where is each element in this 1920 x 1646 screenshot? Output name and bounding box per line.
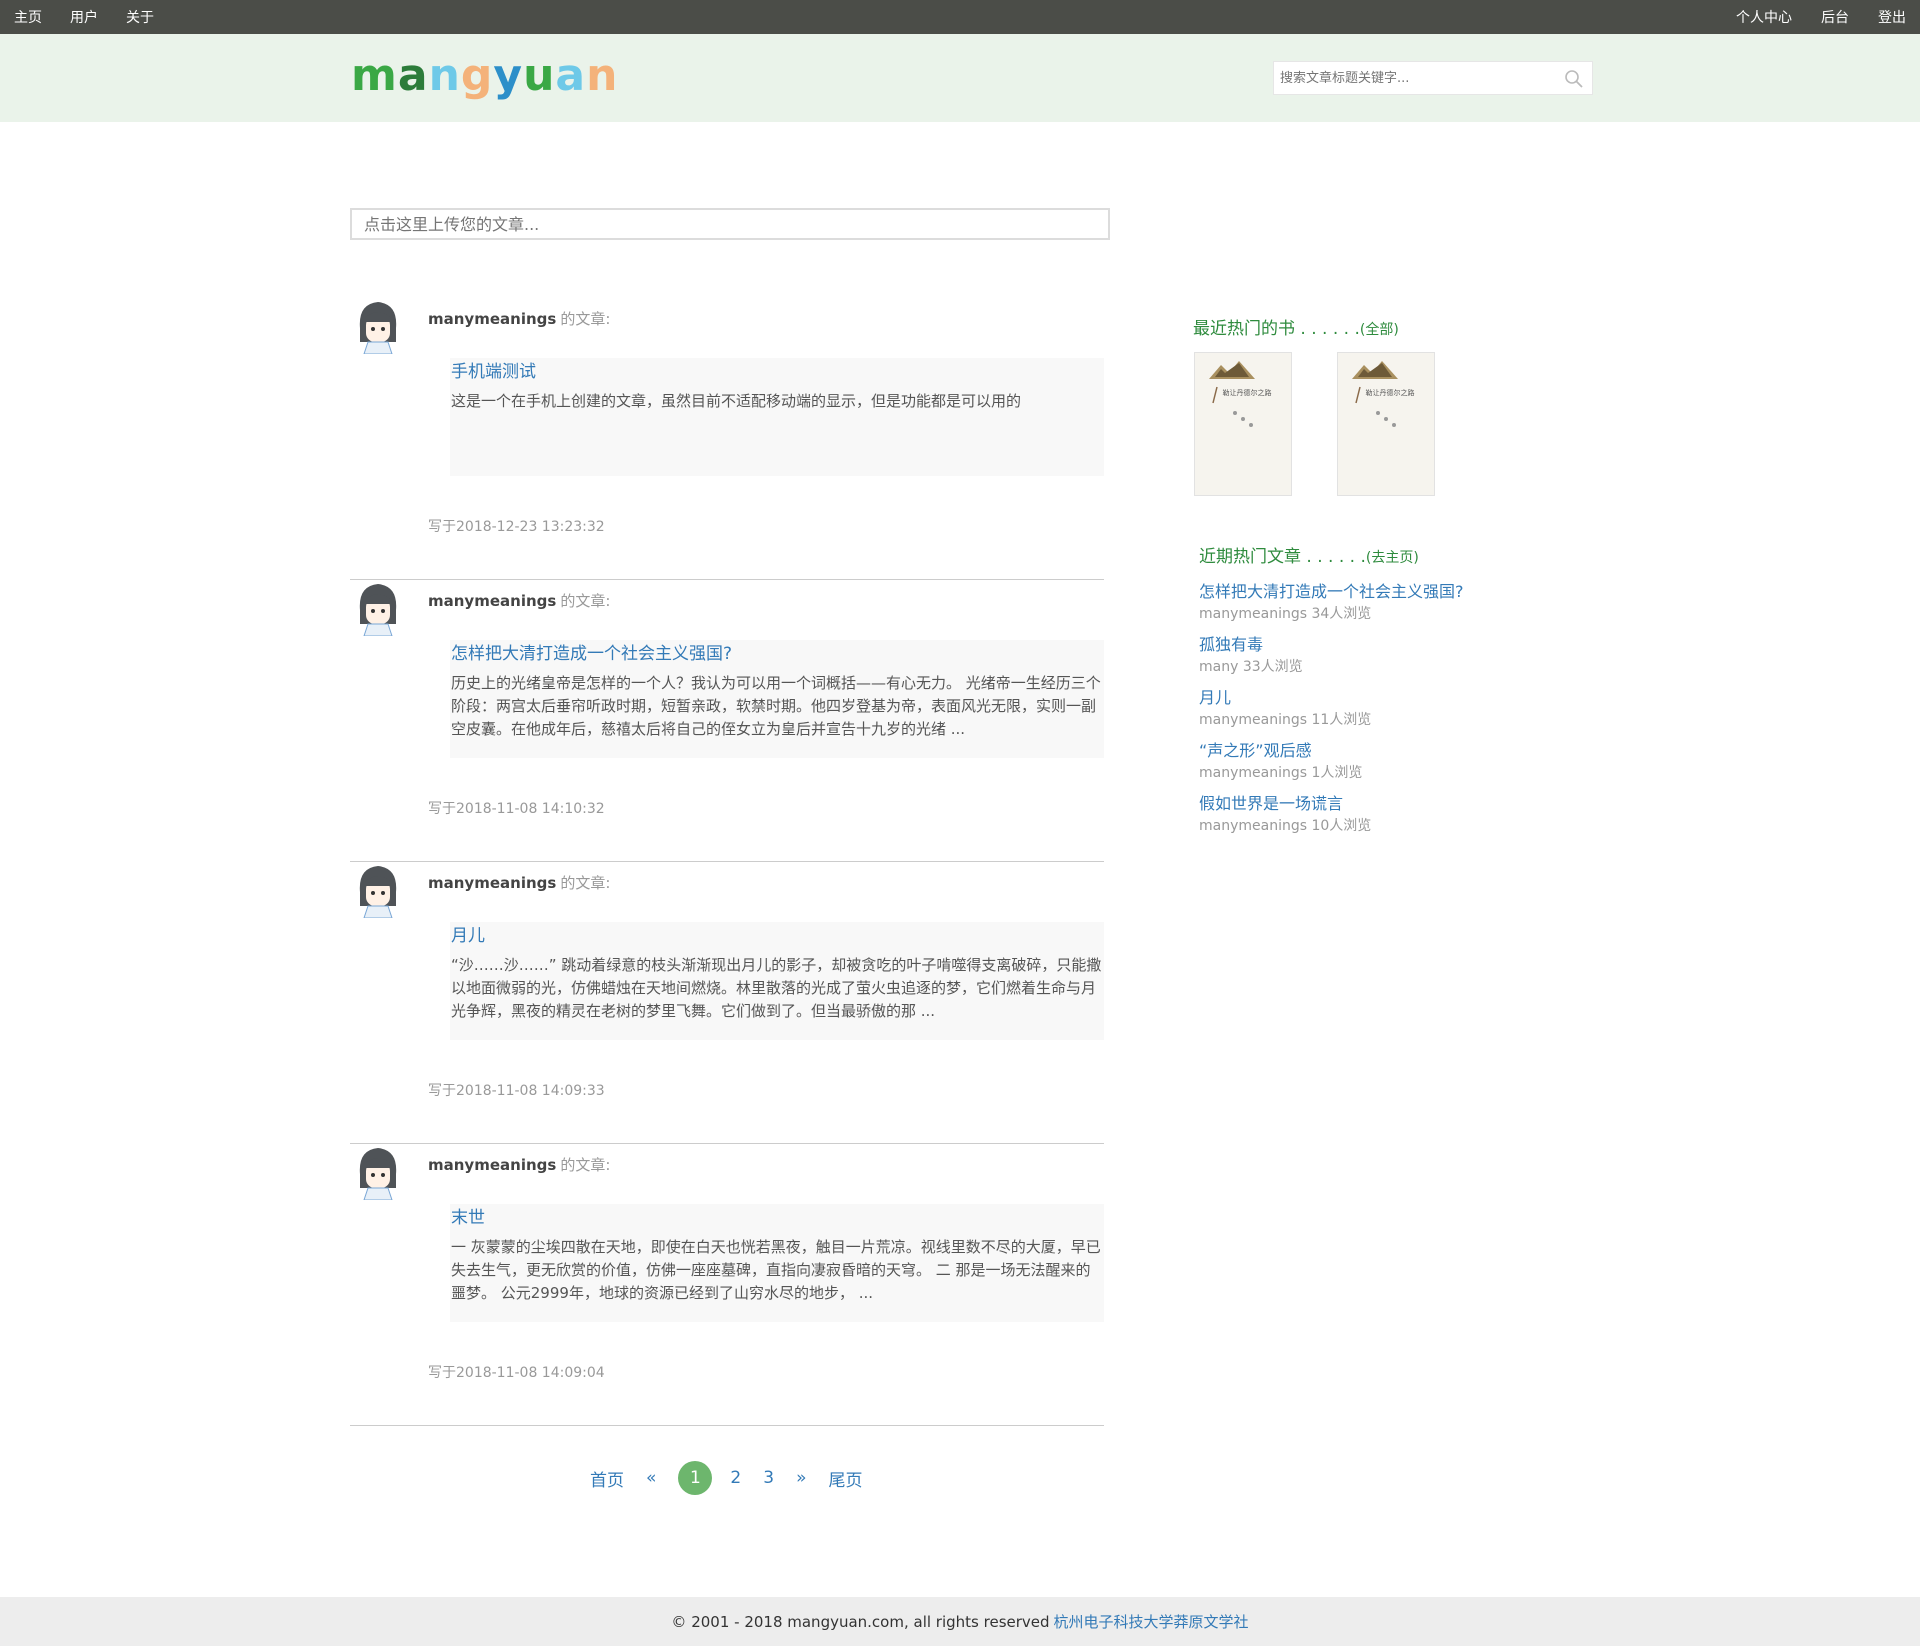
hot-books-heading: 最近热门的书 . . . . . .(全部) bbox=[1193, 314, 1399, 339]
post-title[interactable]: 怎样把大清打造成一个社会主义强国? bbox=[451, 642, 1103, 666]
post-excerpt: 历史上的光绪皇帝是怎样的一个人？我认为可以用一个词概括——有心无力。 光绪帝一生… bbox=[451, 674, 1101, 738]
hot-article-meta: many 33人浏览 bbox=[1199, 659, 1303, 675]
footer-org-link[interactable]: 杭州电子科技大学莽原文学社 bbox=[1054, 1611, 1249, 1632]
pager-last[interactable]: 尾页 bbox=[828, 1466, 862, 1491]
pager-next[interactable]: » bbox=[796, 1468, 806, 1488]
logo-letter: m bbox=[351, 50, 398, 101]
hot-article-item: 假如世界是一场谎言 manymeanings 10人浏览 bbox=[1199, 792, 1519, 845]
post-excerpt: “沙……沙……” 跳动着绿意的枝头渐渐现出月儿的影子，却被贪吃的叶子啃噬得支离破… bbox=[451, 956, 1102, 1020]
footer-copyright: © 2001 - 2018 mangyuan.com, all rights r… bbox=[671, 1612, 1050, 1631]
nav-admin-link[interactable]: 后台 bbox=[1821, 7, 1849, 27]
upload-article-input[interactable] bbox=[352, 210, 1108, 238]
post-date: 写于2018-11-08 14:10:32 bbox=[428, 801, 605, 817]
post-card: 手机端测试 这是一个在手机上创建的文章，虽然目前不适配移动端的显示，但是功能都是… bbox=[450, 358, 1104, 476]
hot-article-meta: manymeanings 34人浏览 bbox=[1199, 606, 1372, 622]
post-author[interactable]: manymeanings bbox=[428, 874, 556, 892]
avatar[interactable] bbox=[356, 1144, 400, 1201]
nav-about-link[interactable]: 关于 bbox=[126, 7, 154, 27]
book-cover-title: 勒让丹德尔之路 bbox=[1223, 388, 1272, 397]
site-header: mangyuan bbox=[0, 34, 1920, 122]
post-item: manymeanings 的文章: 末世 一 灰蒙蒙的尘埃四散在天地，即使在白天也… bbox=[350, 1144, 1104, 1426]
book-cover[interactable]: 勒让丹德尔之路 bbox=[1337, 352, 1435, 496]
nav-home-link[interactable]: 主页 bbox=[14, 7, 42, 27]
post-card: 怎样把大清打造成一个社会主义强国? 历史上的光绪皇帝是怎样的一个人？我认为可以用… bbox=[450, 640, 1104, 758]
hot-article-item: 怎样把大清打造成一个社会主义强国? manymeanings 34人浏览 bbox=[1199, 580, 1519, 633]
hot-books-title: 最近热门的书 . . . . . . bbox=[1193, 319, 1360, 339]
pager-page[interactable]: 3 bbox=[763, 1468, 774, 1488]
logo-letter: a bbox=[397, 50, 429, 101]
logo-letter: n bbox=[428, 50, 461, 101]
search-box bbox=[1273, 61, 1593, 95]
post-author[interactable]: manymeanings bbox=[428, 310, 556, 328]
site-footer: © 2001 - 2018 mangyuan.com, all rights r… bbox=[0, 1597, 1920, 1646]
avatar[interactable] bbox=[356, 298, 400, 355]
post-date: 写于2018-12-23 13:23:32 bbox=[428, 519, 605, 535]
post-author-line: manymeanings 的文章: bbox=[428, 590, 610, 611]
logo-letter: y bbox=[493, 50, 524, 101]
avatar[interactable] bbox=[356, 580, 400, 637]
hot-articles-list: 怎样把大清打造成一个社会主义强国? manymeanings 34人浏览 孤独有… bbox=[1199, 580, 1519, 845]
hot-article-meta: manymeanings 1人浏览 bbox=[1199, 765, 1363, 781]
hot-article-title[interactable]: 怎样把大清打造成一个社会主义强国? bbox=[1199, 580, 1519, 604]
post-item: manymeanings 的文章: 怎样把大清打造成一个社会主义强国? 历史上的光… bbox=[350, 580, 1104, 862]
hot-article-item: 孤独有毒 many 33人浏览 bbox=[1199, 633, 1519, 686]
top-nav-right: 个人中心 后台 登出 bbox=[1707, 0, 1906, 34]
nav-users-link[interactable]: 用户 bbox=[70, 7, 98, 27]
top-nav-left: 主页 用户 关于 bbox=[14, 0, 182, 34]
post-author-line: manymeanings 的文章: bbox=[428, 308, 610, 329]
post-author-suffix: 的文章: bbox=[560, 874, 611, 892]
post-title[interactable]: 末世 bbox=[451, 1206, 1103, 1230]
search-icon[interactable] bbox=[1564, 69, 1584, 89]
pager-prev[interactable]: « bbox=[646, 1468, 656, 1488]
hot-article-title[interactable]: “声之形”观后感 bbox=[1199, 739, 1519, 763]
post-author-suffix: 的文章: bbox=[560, 310, 611, 328]
logo-letter: g bbox=[460, 50, 494, 101]
post-date: 写于2018-11-08 14:09:33 bbox=[428, 1083, 605, 1099]
post-author-suffix: 的文章: bbox=[560, 592, 611, 610]
logo-letter: u bbox=[523, 50, 556, 101]
post-excerpt: 这是一个在手机上创建的文章，虽然目前不适配移动端的显示，但是功能都是可以用的 bbox=[451, 392, 1022, 410]
post-excerpt: 一 灰蒙蒙的尘埃四散在天地，即使在白天也恍若黑夜，触目一片荒凉。视线里数不尽的大… bbox=[451, 1238, 1101, 1302]
post-author[interactable]: manymeanings bbox=[428, 592, 556, 610]
post-card: 末世 一 灰蒙蒙的尘埃四散在天地，即使在白天也恍若黑夜，触目一片荒凉。视线里数不… bbox=[450, 1204, 1104, 1322]
hot-article-title[interactable]: 孤独有毒 bbox=[1199, 633, 1519, 657]
pager-first[interactable]: 首页 bbox=[590, 1466, 624, 1491]
hot-article-meta: manymeanings 11人浏览 bbox=[1199, 712, 1372, 728]
pagination: 首页 « 1 2 3 » 尾页 bbox=[590, 1460, 884, 1496]
logo-letter: n bbox=[586, 50, 619, 101]
post-author-line: manymeanings 的文章: bbox=[428, 1154, 610, 1175]
upload-article-box bbox=[350, 208, 1110, 240]
hot-article-item: 月儿 manymeanings 11人浏览 bbox=[1199, 686, 1519, 739]
hot-articles-home-link[interactable]: (去主页) bbox=[1366, 550, 1419, 566]
pager-page[interactable]: 2 bbox=[730, 1468, 741, 1488]
nav-profile-link[interactable]: 个人中心 bbox=[1736, 7, 1792, 27]
post-title[interactable]: 手机端测试 bbox=[451, 360, 1103, 384]
post-item: manymeanings 的文章: 月儿 “沙……沙……” 跳动着绿意的枝头渐渐现… bbox=[350, 862, 1104, 1144]
book-cover-title: 勒让丹德尔之路 bbox=[1366, 388, 1415, 397]
post-card: 月儿 “沙……沙……” 跳动着绿意的枝头渐渐现出月儿的影子，却被贪吃的叶子啃噬得… bbox=[450, 922, 1104, 1040]
hot-article-meta: manymeanings 10人浏览 bbox=[1199, 818, 1372, 834]
pager-page-current[interactable]: 1 bbox=[678, 1461, 713, 1495]
nav-logout-link[interactable]: 登出 bbox=[1878, 7, 1906, 27]
avatar[interactable] bbox=[356, 862, 400, 919]
post-author-suffix: 的文章: bbox=[560, 1156, 611, 1174]
hot-articles-title: 近期热门文章 . . . . . . bbox=[1199, 547, 1366, 567]
hot-articles-heading: 近期热门文章 . . . . . .(去主页) bbox=[1199, 542, 1419, 567]
site-logo[interactable]: mangyuan bbox=[351, 54, 618, 98]
post-title[interactable]: 月儿 bbox=[451, 924, 1103, 948]
hot-article-title[interactable]: 月儿 bbox=[1199, 686, 1519, 710]
logo-letter: a bbox=[555, 50, 587, 101]
post-date: 写于2018-11-08 14:09:04 bbox=[428, 1365, 605, 1381]
post-item: manymeanings 的文章: 手机端测试 这是一个在手机上创建的文章，虽然目… bbox=[350, 298, 1104, 580]
post-author-line: manymeanings 的文章: bbox=[428, 872, 610, 893]
hot-article-title[interactable]: 假如世界是一场谎言 bbox=[1199, 792, 1519, 816]
book-cover[interactable]: 勒让丹德尔之路 bbox=[1194, 352, 1292, 496]
post-author[interactable]: manymeanings bbox=[428, 1156, 556, 1174]
hot-books-all-link[interactable]: (全部) bbox=[1360, 322, 1399, 338]
top-nav-bar: 主页 用户 关于 个人中心 后台 登出 bbox=[0, 0, 1920, 34]
search-input[interactable] bbox=[1274, 62, 1554, 94]
hot-article-item: “声之形”观后感 manymeanings 1人浏览 bbox=[1199, 739, 1519, 792]
